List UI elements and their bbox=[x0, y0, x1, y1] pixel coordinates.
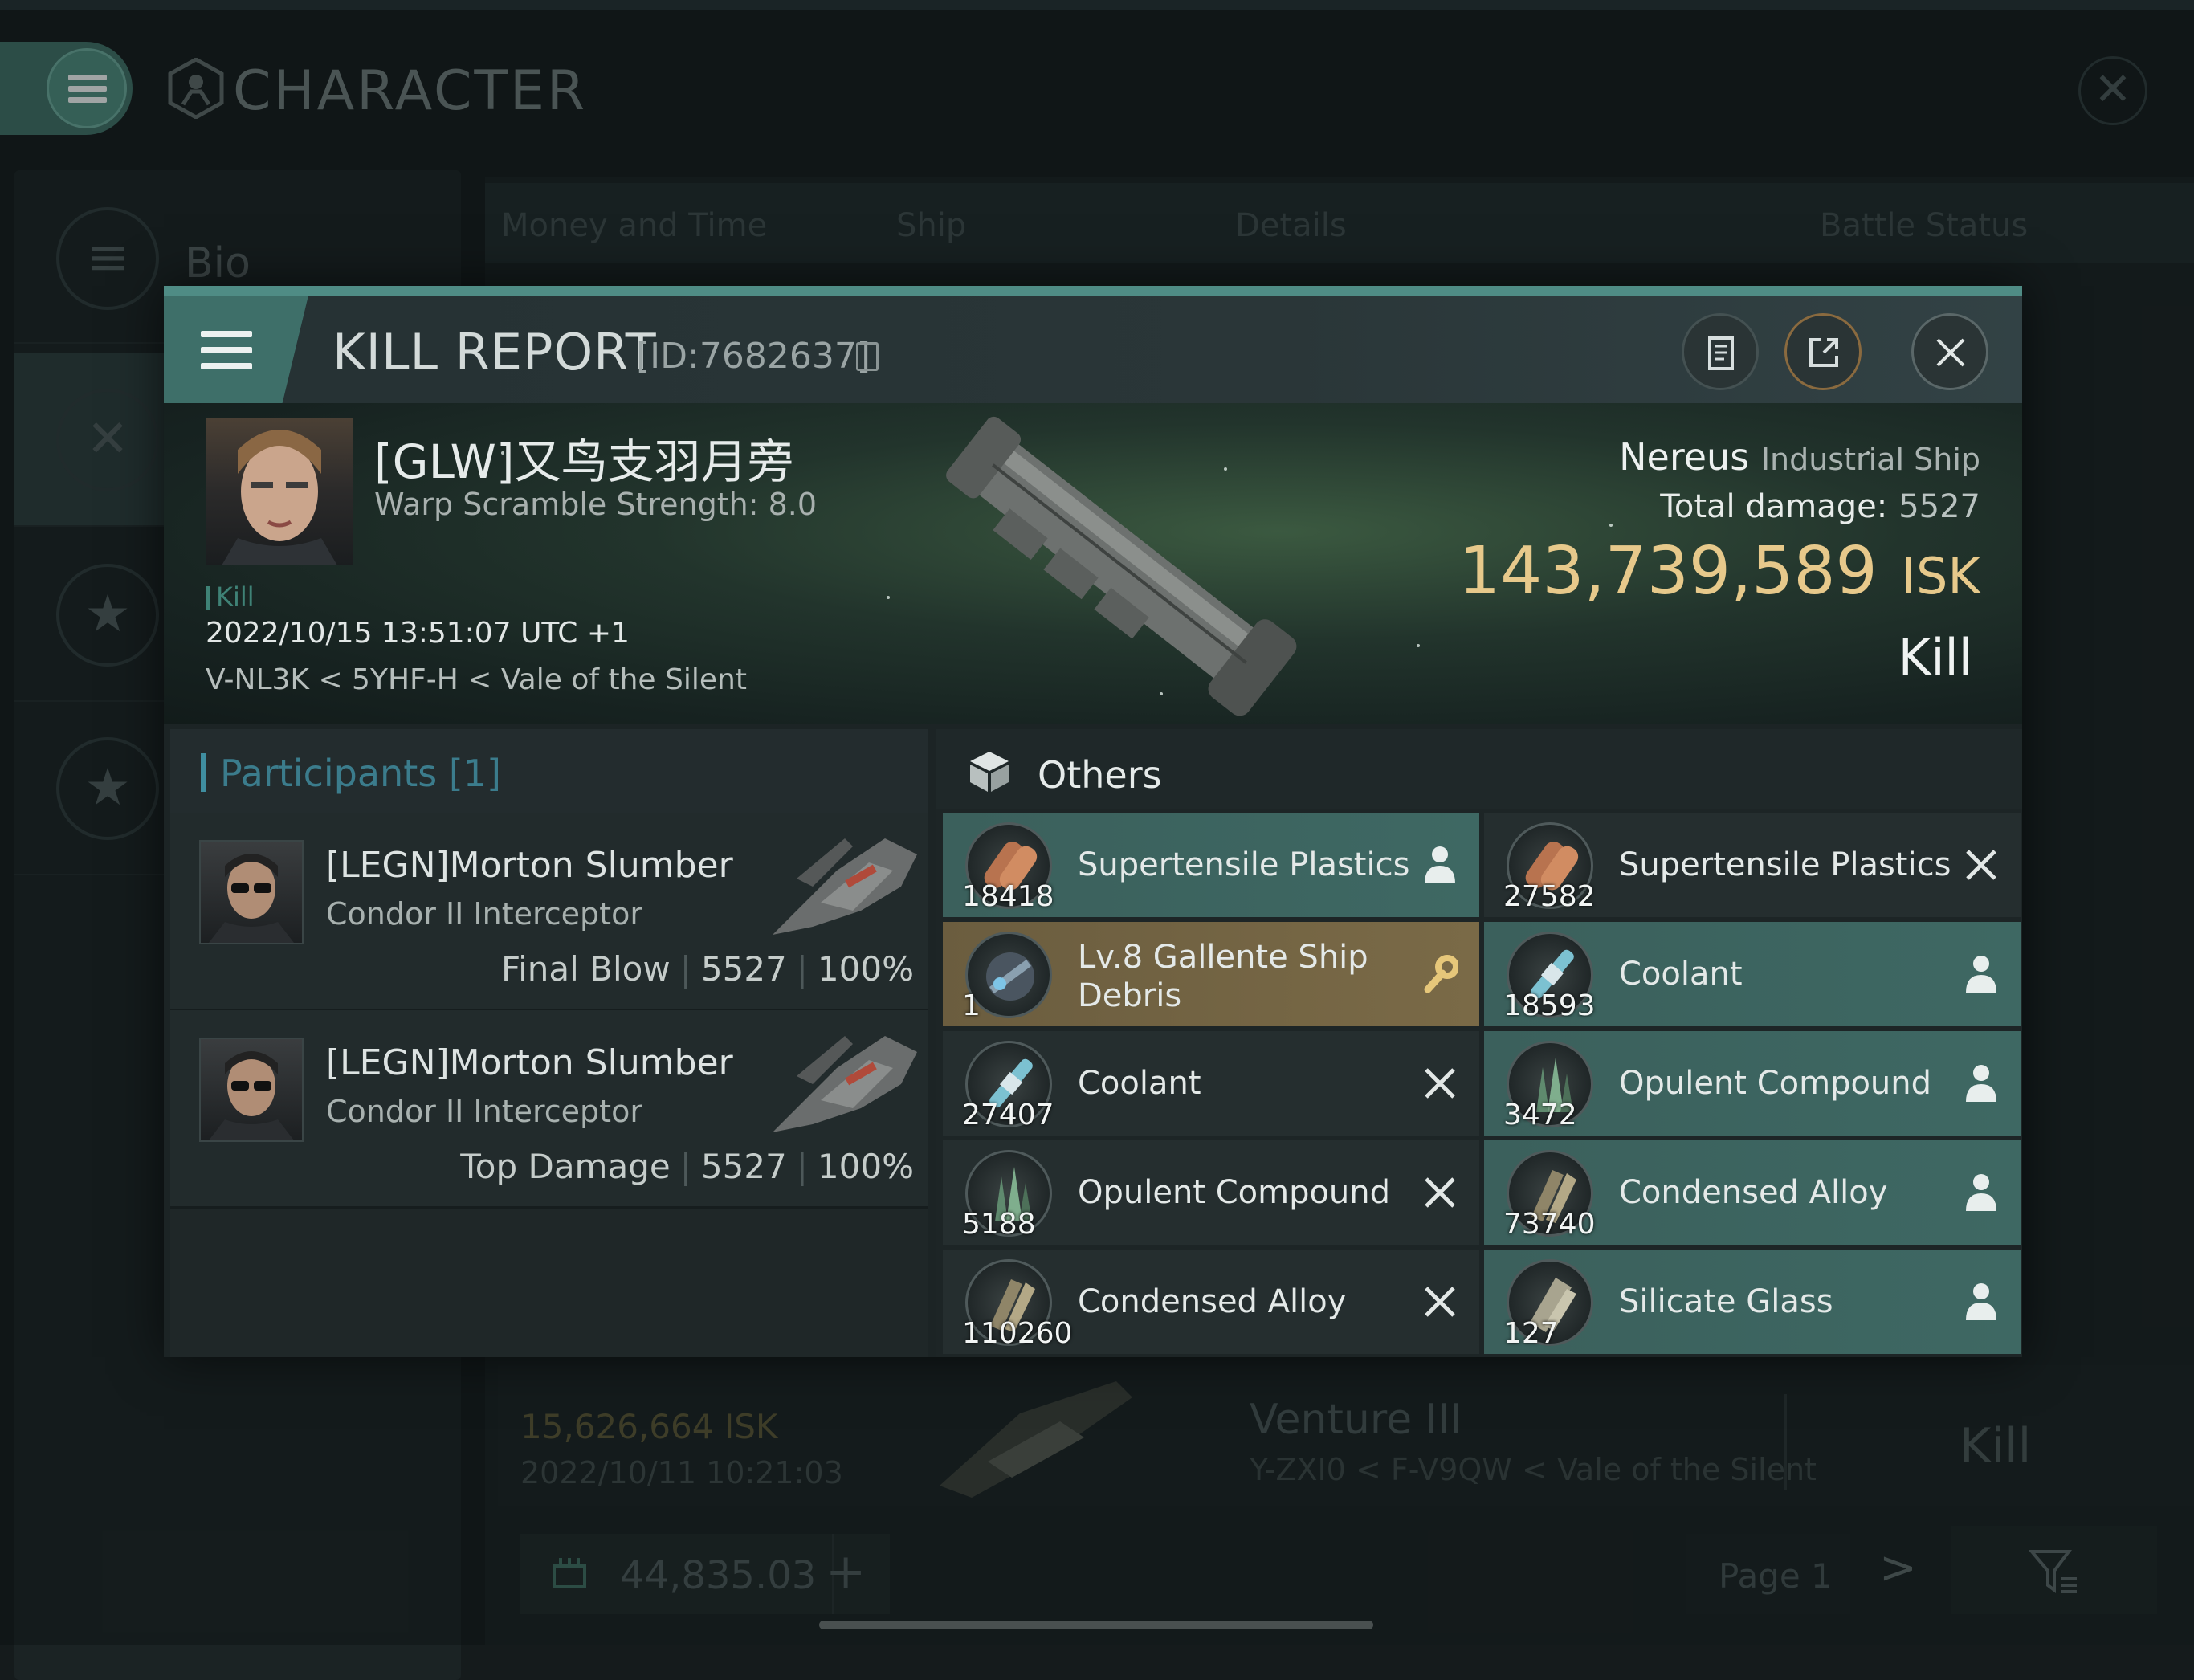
participant-name: [LEGN]Morton Slumber bbox=[326, 1042, 733, 1083]
item-name: Silicate Glass bbox=[1619, 1283, 1833, 1320]
copy-id-icon[interactable] bbox=[856, 342, 879, 371]
ship-title: Nereus Industrial Ship bbox=[1619, 435, 1980, 479]
item-name: Supertensile Plastics bbox=[1619, 846, 1951, 883]
loot-item[interactable]: 18418 Supertensile Plastics bbox=[943, 813, 1479, 917]
loot-item[interactable]: 110260 Condensed Alloy bbox=[943, 1250, 1479, 1354]
item-quantity: 127 bbox=[1503, 1317, 1559, 1350]
person-icon bbox=[1963, 1171, 2000, 1214]
item-quantity: 18418 bbox=[962, 880, 1054, 913]
loot-item[interactable]: 1 Lv.8 Gallente Ship Debris bbox=[943, 922, 1479, 1026]
clipboard-icon bbox=[1708, 336, 1734, 370]
participants-title: Participants [1] bbox=[220, 752, 501, 795]
wrench-icon bbox=[1421, 952, 1459, 996]
item-name: Condensed Alloy bbox=[1619, 1174, 1888, 1211]
clipboard-button[interactable] bbox=[1682, 313, 1759, 390]
condor-ship-image bbox=[773, 838, 917, 935]
x-icon bbox=[1421, 1280, 1458, 1323]
item-quantity: 27407 bbox=[962, 1099, 1054, 1132]
x-icon bbox=[1963, 843, 2000, 887]
close-icon bbox=[1936, 338, 1965, 367]
x-icon bbox=[1421, 1062, 1458, 1105]
condor-ship-image bbox=[773, 1036, 917, 1132]
item-quantity: 3472 bbox=[1503, 1099, 1577, 1132]
header-accent bbox=[201, 753, 206, 792]
participant-stats: Top Damage | 5527 | 100% bbox=[460, 1147, 914, 1186]
participant-damage: 5527 bbox=[700, 949, 787, 989]
person-icon bbox=[1963, 1062, 2000, 1105]
dialog-menu-button[interactable] bbox=[164, 296, 308, 403]
person-icon bbox=[1963, 1280, 2000, 1323]
participant-avatar[interactable] bbox=[199, 1038, 304, 1142]
loot-item[interactable]: 3472 Opulent Compound bbox=[1484, 1031, 2021, 1136]
item-name: Supertensile Plastics bbox=[1078, 846, 1410, 883]
close-dialog-button[interactable] bbox=[1911, 313, 1988, 390]
participant-row[interactable]: [LEGN]Morton Slumber Condor II Intercept… bbox=[170, 1010, 928, 1209]
participant-row[interactable]: [LEGN]Morton Slumber Condor II Intercept… bbox=[170, 813, 928, 1011]
item-quantity: 5188 bbox=[962, 1208, 1036, 1241]
item-name: Coolant bbox=[1078, 1065, 1201, 1102]
warp-scramble-strength: Warp Scramble Strength: 8.0 bbox=[374, 487, 818, 522]
loot-item[interactable]: 127 Silicate Glass bbox=[1484, 1250, 2021, 1354]
x-icon bbox=[1421, 1171, 1458, 1214]
loot-item[interactable]: 27407 Coolant bbox=[943, 1031, 1479, 1136]
cube-icon bbox=[970, 752, 1009, 792]
participant-ship: Condor II Interceptor bbox=[326, 896, 642, 932]
person-icon bbox=[1421, 843, 1458, 887]
share-icon bbox=[1809, 338, 1838, 367]
victim-portrait[interactable] bbox=[206, 418, 353, 565]
participants-header: Participants [1] bbox=[170, 729, 928, 813]
kill-location[interactable]: V-NL3K < 5YHF-H < Vale of the Silent bbox=[206, 663, 747, 696]
ship-name[interactable]: Nereus bbox=[1619, 435, 1749, 479]
dialog-title: KILL REPORT bbox=[332, 323, 657, 381]
loot-item[interactable]: 73740 Condensed Alloy bbox=[1484, 1140, 2021, 1245]
others-header: Others bbox=[936, 729, 2022, 809]
item-quantity: 110260 bbox=[962, 1317, 1073, 1350]
item-quantity: 73740 bbox=[1503, 1208, 1596, 1241]
item-name: Condensed Alloy bbox=[1078, 1283, 1347, 1320]
kill-id: [ID:7682637] bbox=[636, 336, 871, 377]
others-panel: Others 18418 Supertensile Plastics 27582 Su… bbox=[936, 729, 2022, 1357]
kill-tag-label: Kill bbox=[216, 581, 255, 612]
participant-stats: Final Blow | 5527 | 100% bbox=[501, 949, 914, 989]
isk-unit: ISK bbox=[1901, 547, 1980, 606]
participants-panel: Participants [1] [LEGN]Morton Slumber Co… bbox=[170, 729, 928, 1357]
kill-summary: [GLW]又鸟支羽月旁 Warp Scramble Strength: 8.0 … bbox=[164, 403, 2022, 724]
others-title: Others bbox=[1038, 753, 1162, 797]
total-damage: Total damage: 5527 bbox=[1660, 488, 1980, 525]
ship-class: Industrial Ship bbox=[1760, 442, 1980, 477]
kill-report-dialog: KILL REPORT [ID:7682637] [GLW]又鸟支羽月旁 War… bbox=[164, 286, 2022, 1357]
participant-damage: 5527 bbox=[700, 1147, 787, 1186]
victim-name: [GLW]又鸟支羽月旁 bbox=[374, 434, 794, 489]
dialog-accent-line bbox=[164, 286, 2022, 296]
dialog-header: KILL REPORT [ID:7682637] bbox=[164, 296, 2022, 403]
loot-item[interactable]: 27582 Supertensile Plastics bbox=[1484, 813, 2021, 917]
hamburger-icon bbox=[201, 331, 252, 373]
kill-tag: Kill bbox=[206, 581, 255, 612]
item-quantity: 27582 bbox=[1503, 880, 1596, 913]
total-damage-label: Total damage: bbox=[1660, 488, 1888, 525]
item-name: Opulent Compound bbox=[1619, 1065, 1932, 1102]
total-damage-value: 5527 bbox=[1898, 488, 1980, 525]
item-name: Lv.8 Gallente Ship Debris bbox=[1078, 939, 1368, 1014]
isk-value: 143,739,589 ISK bbox=[1458, 533, 1980, 610]
isk-amount: 143,739,589 bbox=[1458, 533, 1878, 610]
item-quantity: 1 bbox=[962, 989, 981, 1022]
item-name: Opulent Compound bbox=[1078, 1174, 1391, 1211]
participant-percent: 100% bbox=[817, 949, 914, 989]
participant-avatar[interactable] bbox=[199, 840, 304, 944]
item-quantity: 18593 bbox=[1503, 989, 1596, 1022]
participant-name: [LEGN]Morton Slumber bbox=[326, 845, 733, 886]
loot-item[interactable]: 5188 Opulent Compound bbox=[943, 1140, 1479, 1245]
item-name: Coolant bbox=[1619, 956, 1743, 993]
kill-time: 2022/10/15 13:51:07 UTC +1 bbox=[206, 617, 630, 650]
participant-label: Top Damage bbox=[460, 1147, 671, 1186]
kill-result: Kill bbox=[1898, 628, 1972, 687]
person-icon bbox=[1963, 952, 2000, 996]
loot-item[interactable]: 18593 Coolant bbox=[1484, 922, 2021, 1026]
nereus-ship-image bbox=[946, 416, 1297, 716]
participant-ship: Condor II Interceptor bbox=[326, 1094, 642, 1129]
share-button[interactable] bbox=[1784, 313, 1862, 390]
participant-label: Final Blow bbox=[501, 949, 671, 989]
participant-percent: 100% bbox=[817, 1147, 914, 1186]
